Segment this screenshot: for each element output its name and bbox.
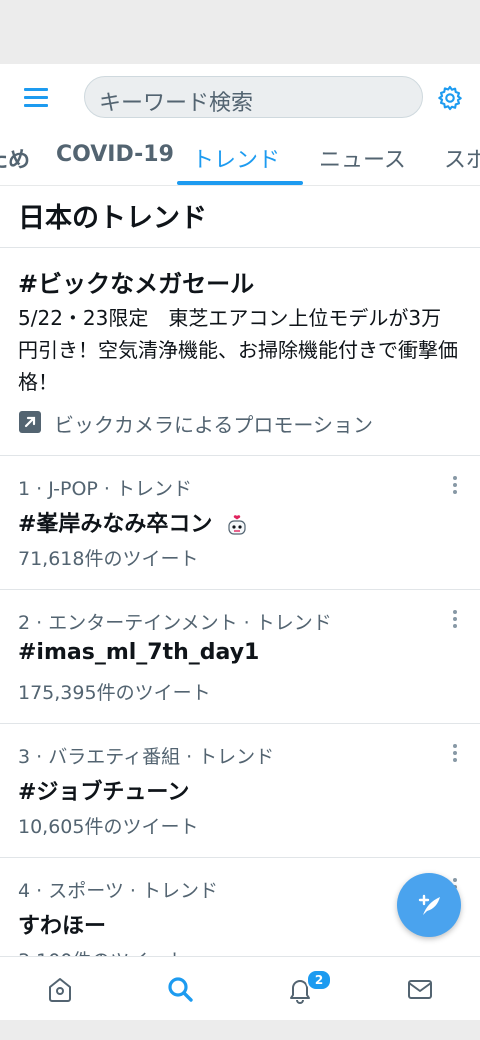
- search-icon[interactable]: [164, 973, 196, 1005]
- trend-name: #峯岸みなみ卒コン: [18, 506, 248, 538]
- menu-icon[interactable]: [20, 84, 52, 112]
- promo-title: #ビックなメガセール: [18, 270, 255, 298]
- tab-trends[interactable]: トレンド: [192, 142, 280, 174]
- more-options-icon[interactable]: [450, 610, 460, 628]
- trend-meta: 1 · J-POP · トレンド: [18, 478, 192, 500]
- trend-meta: 3 · バラエティ番組 · トレンド: [18, 746, 275, 768]
- promoted-by-label: ビックカメラによるプロモーション: [54, 413, 373, 437]
- trend-tweet-count: 3,100件のツイート: [18, 946, 186, 956]
- section-title: 日本のトレンド: [18, 203, 207, 234]
- search-input[interactable]: キーワード検索: [84, 76, 423, 118]
- bottom-nav: 2: [0, 956, 480, 1021]
- compose-tweet-button[interactable]: [397, 873, 461, 937]
- trend-tweet-count: 10,605件のツイート: [18, 816, 199, 838]
- concert-emoji-icon: [228, 515, 246, 535]
- tab-covid[interactable]: COVID-19: [56, 142, 174, 167]
- system-nav-bar: [0, 1020, 480, 1040]
- trend-tweet-count: 71,618件のツイート: [18, 548, 199, 570]
- trend-meta: 2 · エンターテインメント · トレンド: [18, 612, 332, 634]
- more-options-icon[interactable]: [450, 476, 460, 494]
- promo-description: 5/22・23限定 東芝エアコン上位モデルが3万円引き！空気清浄機能、お掃除機能…: [18, 306, 458, 394]
- tab-news[interactable]: ニュース: [319, 142, 406, 174]
- status-bar: [0, 0, 480, 64]
- trend-item[interactable]: 1 · J-POP · トレンド #峯岸みなみ卒コン 71,618件のツイート: [0, 456, 480, 590]
- trend-name: #imas_ml_7th_day1: [18, 640, 260, 665]
- trend-meta: 4 · スポーツ · トレンド: [18, 880, 218, 902]
- trend-item[interactable]: 2 · エンターテインメント · トレンド #imas_ml_7th_day1 …: [0, 590, 480, 724]
- top-bar: キーワード検索: [0, 64, 480, 130]
- more-options-icon[interactable]: [450, 744, 460, 762]
- compose-feather-icon: [418, 894, 440, 915]
- explore-tabs: ため COVID-19 トレンド ニュース スポ: [0, 130, 480, 186]
- trend-item[interactable]: 3 · バラエティ番組 · トレンド #ジョブチューン 10,605件のツイート: [0, 724, 480, 858]
- tab-sports[interactable]: スポ: [444, 142, 480, 174]
- trend-tweet-count: 175,395件のツイート: [18, 682, 211, 704]
- tab-recommended[interactable]: ため: [0, 142, 30, 174]
- divider: [0, 247, 480, 248]
- home-icon[interactable]: [44, 973, 76, 1005]
- gear-icon[interactable]: [436, 84, 464, 112]
- active-tab-indicator: [177, 181, 303, 185]
- notifications-badge: 2: [306, 969, 332, 991]
- trend-name: すわほー: [18, 914, 107, 939]
- trend-name-text: #峯岸みなみ卒コン: [18, 512, 213, 537]
- promoted-icon: [19, 411, 41, 433]
- search-placeholder: キーワード検索: [99, 91, 254, 116]
- messages-icon[interactable]: [404, 973, 436, 1005]
- trend-name: #ジョブチューン: [18, 780, 190, 805]
